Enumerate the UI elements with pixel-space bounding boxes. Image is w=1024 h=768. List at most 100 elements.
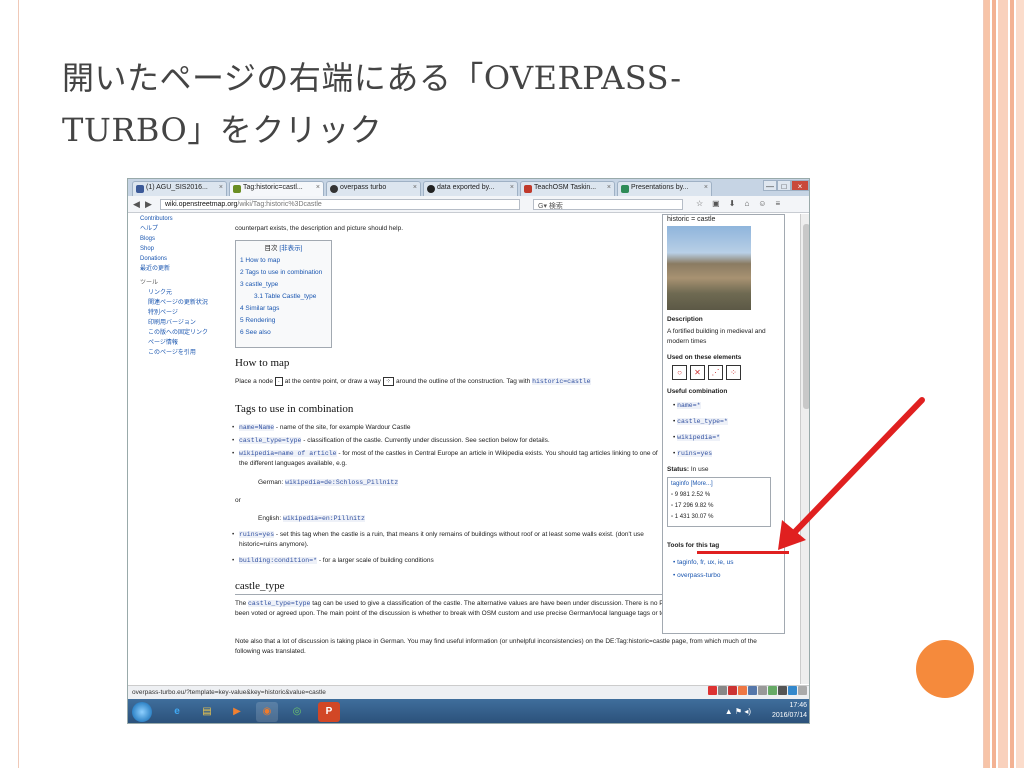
stat-nodes: ▫ 9 981 2.52 % xyxy=(671,492,711,498)
way-icon: ⁘ xyxy=(382,377,395,386)
tag-infobox: historic = castle Description A fortifie… xyxy=(662,214,789,634)
sidebar-item-donations[interactable]: Donations xyxy=(140,254,225,264)
toc-item[interactable]: 2 Tags to use in combination xyxy=(240,267,327,279)
toc-title: 目次 xyxy=(264,245,278,252)
powerpoint-icon[interactable]: P xyxy=(318,702,340,722)
sidebar-item-related-changes[interactable]: 関連ページの更新状況 xyxy=(140,298,225,308)
sidebar-item-special-pages[interactable]: 特別ページ xyxy=(140,308,225,318)
toc-item[interactable]: 5 Rendering xyxy=(240,315,327,327)
toc-hide-link[interactable]: [非表示] xyxy=(279,245,302,252)
bookmark-star-icon[interactable]: ☆ xyxy=(696,199,703,208)
tray-notification-icons xyxy=(708,686,807,695)
description-text: A fortified building in medieval and mod… xyxy=(667,328,766,345)
search-input[interactable]: G▾ 検索 xyxy=(533,199,683,210)
account-icon[interactable]: ☺ xyxy=(758,199,766,208)
stat-ways: ▫ 17 296 9.82 % xyxy=(671,503,714,509)
back-icon[interactable]: ◀ xyxy=(133,199,140,210)
toc-item[interactable]: 4 Similar tags xyxy=(240,303,327,315)
wiki-sidebar: Contributors ヘルプ Blogs Shop Donations 最近… xyxy=(140,214,225,358)
relation-element-icon: ⁘ xyxy=(726,365,741,380)
toc-item[interactable]: 6 See also xyxy=(240,327,327,339)
sidebar-item-printable[interactable]: 印刷用バージョン xyxy=(140,318,225,328)
tab-bar: (1) AGU_SIS2016... × Tag:historic=castl.… xyxy=(128,179,809,197)
decorative-stripes xyxy=(984,0,1024,768)
useful-combination-label: Useful combination xyxy=(667,388,728,395)
tools-heading: Tools for this tag xyxy=(667,542,720,549)
maximize-button[interactable]: □ xyxy=(777,180,791,191)
menu-icon[interactable]: ≡ xyxy=(775,199,780,208)
slide-title: 開いたページの右端にある「OVERPASS- TURBO」をクリック xyxy=(62,52,802,156)
list-item: wikipedia=name of article - for most of … xyxy=(232,449,659,469)
clock[interactable]: 17:46 2016/07/14 xyxy=(772,701,807,721)
tab-close-icon[interactable]: × xyxy=(316,184,320,191)
tab-overpass-turbo[interactable]: overpass turbo × xyxy=(326,181,421,196)
list-item: ruins=yes - set this tag when the castle… xyxy=(232,530,659,550)
scrollbar-thumb[interactable] xyxy=(803,224,809,409)
sidebar-item-contributors[interactable]: Contributors xyxy=(140,214,225,224)
tab-close-icon[interactable]: × xyxy=(219,184,223,191)
firefox-icon[interactable]: ◉ xyxy=(256,702,278,722)
forward-icon[interactable]: ▶ xyxy=(145,199,152,210)
start-button[interactable] xyxy=(132,702,152,722)
node-icon: · xyxy=(274,377,283,386)
download-icon[interactable]: ⬇ xyxy=(729,199,736,208)
useful-item: • castle_type=* xyxy=(673,418,728,425)
home-icon[interactable]: ⌂ xyxy=(744,199,749,208)
minimize-button[interactable]: — xyxy=(763,180,777,191)
reading-list-icon[interactable]: ▣ xyxy=(712,199,720,208)
browser-screenshot: (1) AGU_SIS2016... × Tag:historic=castl.… xyxy=(127,178,810,724)
useful-item: • name=* xyxy=(673,402,701,409)
explorer-icon[interactable]: ▤ xyxy=(196,702,218,722)
sidebar-item-permalink[interactable]: この版への固定リンク xyxy=(140,328,225,338)
list-item: name=Name - name of the site, for exampl… xyxy=(232,423,659,433)
close-window-button[interactable]: × xyxy=(791,180,809,191)
tab-close-icon[interactable]: × xyxy=(704,184,708,191)
tool-link-taginfo[interactable]: • taginfo, fr, ux, ie, us xyxy=(673,558,791,568)
system-tray-icons[interactable]: ▲ ⚑ ◂) xyxy=(725,707,751,716)
toc-item[interactable]: 1 How to map xyxy=(240,255,327,267)
media-player-icon[interactable]: ▶ xyxy=(226,702,248,722)
ie-icon[interactable]: e xyxy=(166,702,188,722)
toc-item[interactable]: 3.1 Table Castle_type xyxy=(240,291,327,303)
tab-close-icon[interactable]: × xyxy=(607,184,611,191)
intro-text: counterpart exists, the description and … xyxy=(235,225,404,232)
window-controls: — □ × xyxy=(763,180,809,192)
url-input[interactable]: wiki.openstreetmap.org/wiki/Tag:historic… xyxy=(160,199,520,210)
tab-github[interactable]: data exported by... × xyxy=(423,181,518,196)
osm-wiki-icon xyxy=(233,185,241,193)
tool-link-overpass-turbo[interactable]: • overpass-turbo xyxy=(673,571,791,581)
page-scrollbar[interactable] xyxy=(800,214,809,684)
chrome-icon[interactable]: ◎ xyxy=(286,702,308,722)
way-element-icon: ✕ xyxy=(690,365,705,380)
tab-facebook[interactable]: (1) AGU_SIS2016... × xyxy=(132,181,227,196)
sidebar-item-blogs[interactable]: Blogs xyxy=(140,234,225,244)
wiki-page: Contributors ヘルプ Blogs Shop Donations 最近… xyxy=(128,214,800,684)
tab-teachosm[interactable]: TeachOSM Taskin... × xyxy=(520,181,615,196)
slideshare-icon xyxy=(621,185,629,193)
sidebar-item-page-info[interactable]: ページ情報 xyxy=(140,338,225,348)
status-row: Status: In use xyxy=(667,466,709,473)
useful-item: • ruins=yes xyxy=(673,450,713,457)
tab-close-icon[interactable]: × xyxy=(413,184,417,191)
stat-relations: ▫ 1 431 30.07 % xyxy=(671,514,714,520)
red-underline-highlight xyxy=(697,551,789,554)
sidebar-item-what-links-here[interactable]: リンク元 xyxy=(140,288,225,298)
table-of-contents: 目次 [非表示] 1 How to map 2 Tags to use in c… xyxy=(235,240,332,348)
list-item: building:condition=* - for a larger scal… xyxy=(232,556,659,566)
overpass-icon xyxy=(330,185,338,193)
toc-item[interactable]: 3 castle_type xyxy=(240,279,327,291)
heading-how-to-map: How to map xyxy=(235,357,290,369)
taginfo-link[interactable]: taginfo [More...] xyxy=(671,479,767,490)
used-on-label: Used on these elements xyxy=(667,354,742,361)
sidebar-item-cite[interactable]: このページを引用 xyxy=(140,348,225,358)
sidebar-item-help[interactable]: ヘルプ xyxy=(140,224,225,234)
element-icons: ○ ✕ ⋰ ⁘ xyxy=(672,365,741,380)
tab-close-icon[interactable]: × xyxy=(510,184,514,191)
sidebar-item-recent-changes[interactable]: 最近の更新 xyxy=(140,264,225,274)
tab-osm-wiki[interactable]: Tag:historic=castl... × xyxy=(229,181,324,197)
tab-presentations[interactable]: Presentations by... × xyxy=(617,181,712,196)
search-icon: G▾ xyxy=(538,203,549,210)
how-to-map-text: Place a node · at the centre point, or d… xyxy=(235,377,591,386)
taginfo-box: taginfo [More...] ▫ 9 981 2.52 % ▫ 17 29… xyxy=(667,477,771,527)
sidebar-item-shop[interactable]: Shop xyxy=(140,244,225,254)
